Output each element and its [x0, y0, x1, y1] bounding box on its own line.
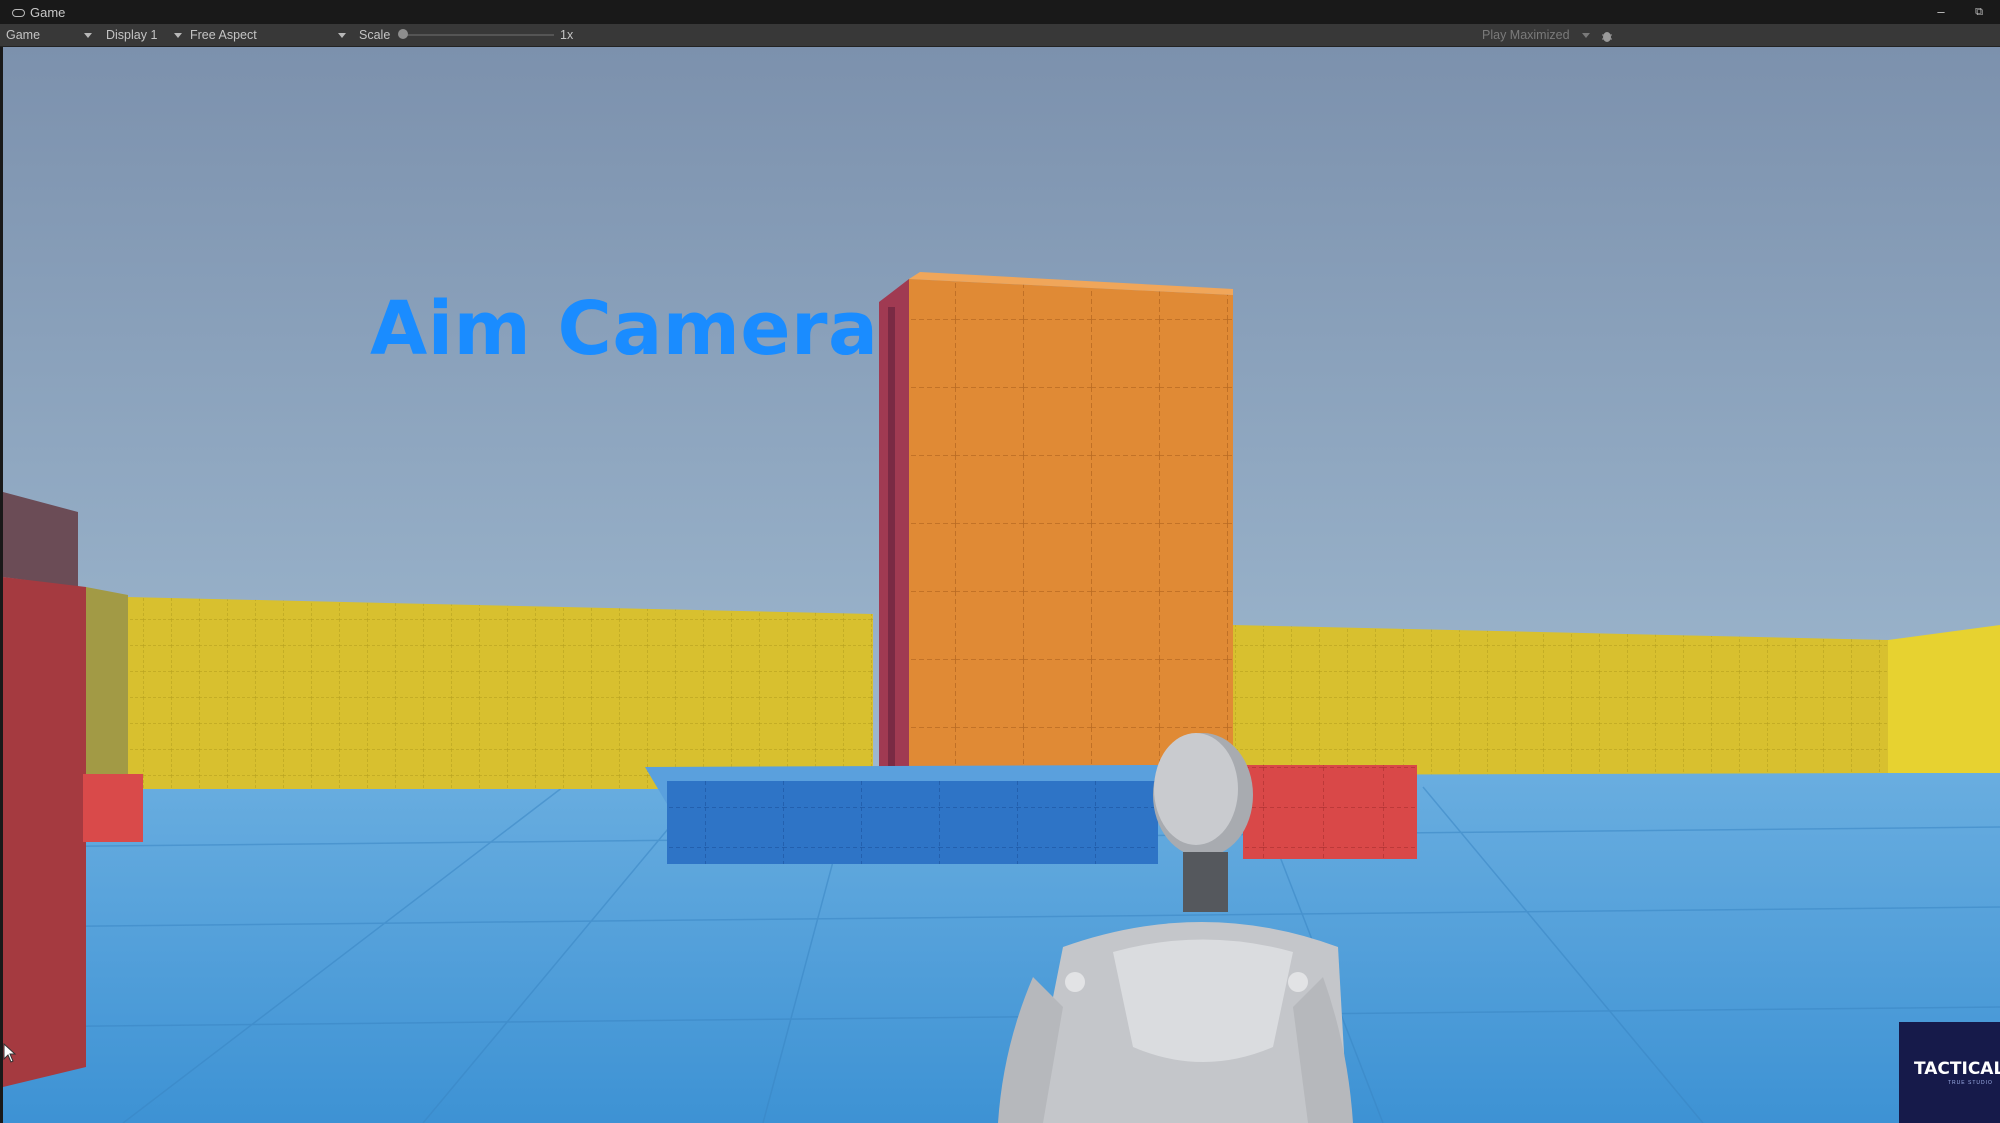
logo-text: TACTICAL	[1914, 1059, 2000, 1079]
window-titlebar: Game – ⧉	[0, 0, 2000, 24]
display-label: Display 1	[106, 28, 158, 42]
scale-slider-handle[interactable]	[398, 29, 408, 39]
chevron-down-icon	[84, 33, 92, 38]
scale-slider-track[interactable]	[404, 34, 554, 36]
gamepad-icon	[12, 8, 25, 17]
minimize-button[interactable]: –	[1932, 3, 1950, 21]
chevron-down-icon	[1582, 33, 1590, 38]
chevron-down-icon	[338, 33, 346, 38]
scale-value: 1x	[560, 28, 574, 42]
scale-label: Scale	[359, 28, 391, 42]
display-dropdown[interactable]: Display 1	[106, 24, 182, 46]
overlay-title: Aim Camera	[370, 286, 879, 372]
aspect-dropdown[interactable]: Free Aspect	[190, 24, 350, 46]
view-mode-label: Game	[6, 28, 41, 42]
aspect-label: Free Aspect	[190, 28, 257, 42]
game-toolbar: Game Display 1 Free Aspect Scale 1x Play…	[0, 24, 2000, 47]
tab-title: Game	[30, 5, 66, 20]
play-mode-label: Play Maximized	[1482, 28, 1570, 42]
mouse-cursor-icon	[3, 1042, 17, 1068]
tab-game[interactable]: Game	[12, 5, 65, 20]
maximize-button[interactable]: ⧉	[1970, 3, 1988, 21]
view-mode-dropdown[interactable]: Game	[6, 24, 94, 46]
chevron-down-icon	[174, 33, 182, 38]
logo-subtext: TRUE STUDIO	[1948, 1080, 1993, 1086]
bug-icon[interactable]	[1600, 28, 1614, 42]
game-viewport[interactable]: Aim Camera	[3, 47, 2000, 1123]
game-scene	[3, 47, 2000, 1123]
play-mode-dropdown[interactable]: Play Maximized	[1482, 24, 1592, 46]
